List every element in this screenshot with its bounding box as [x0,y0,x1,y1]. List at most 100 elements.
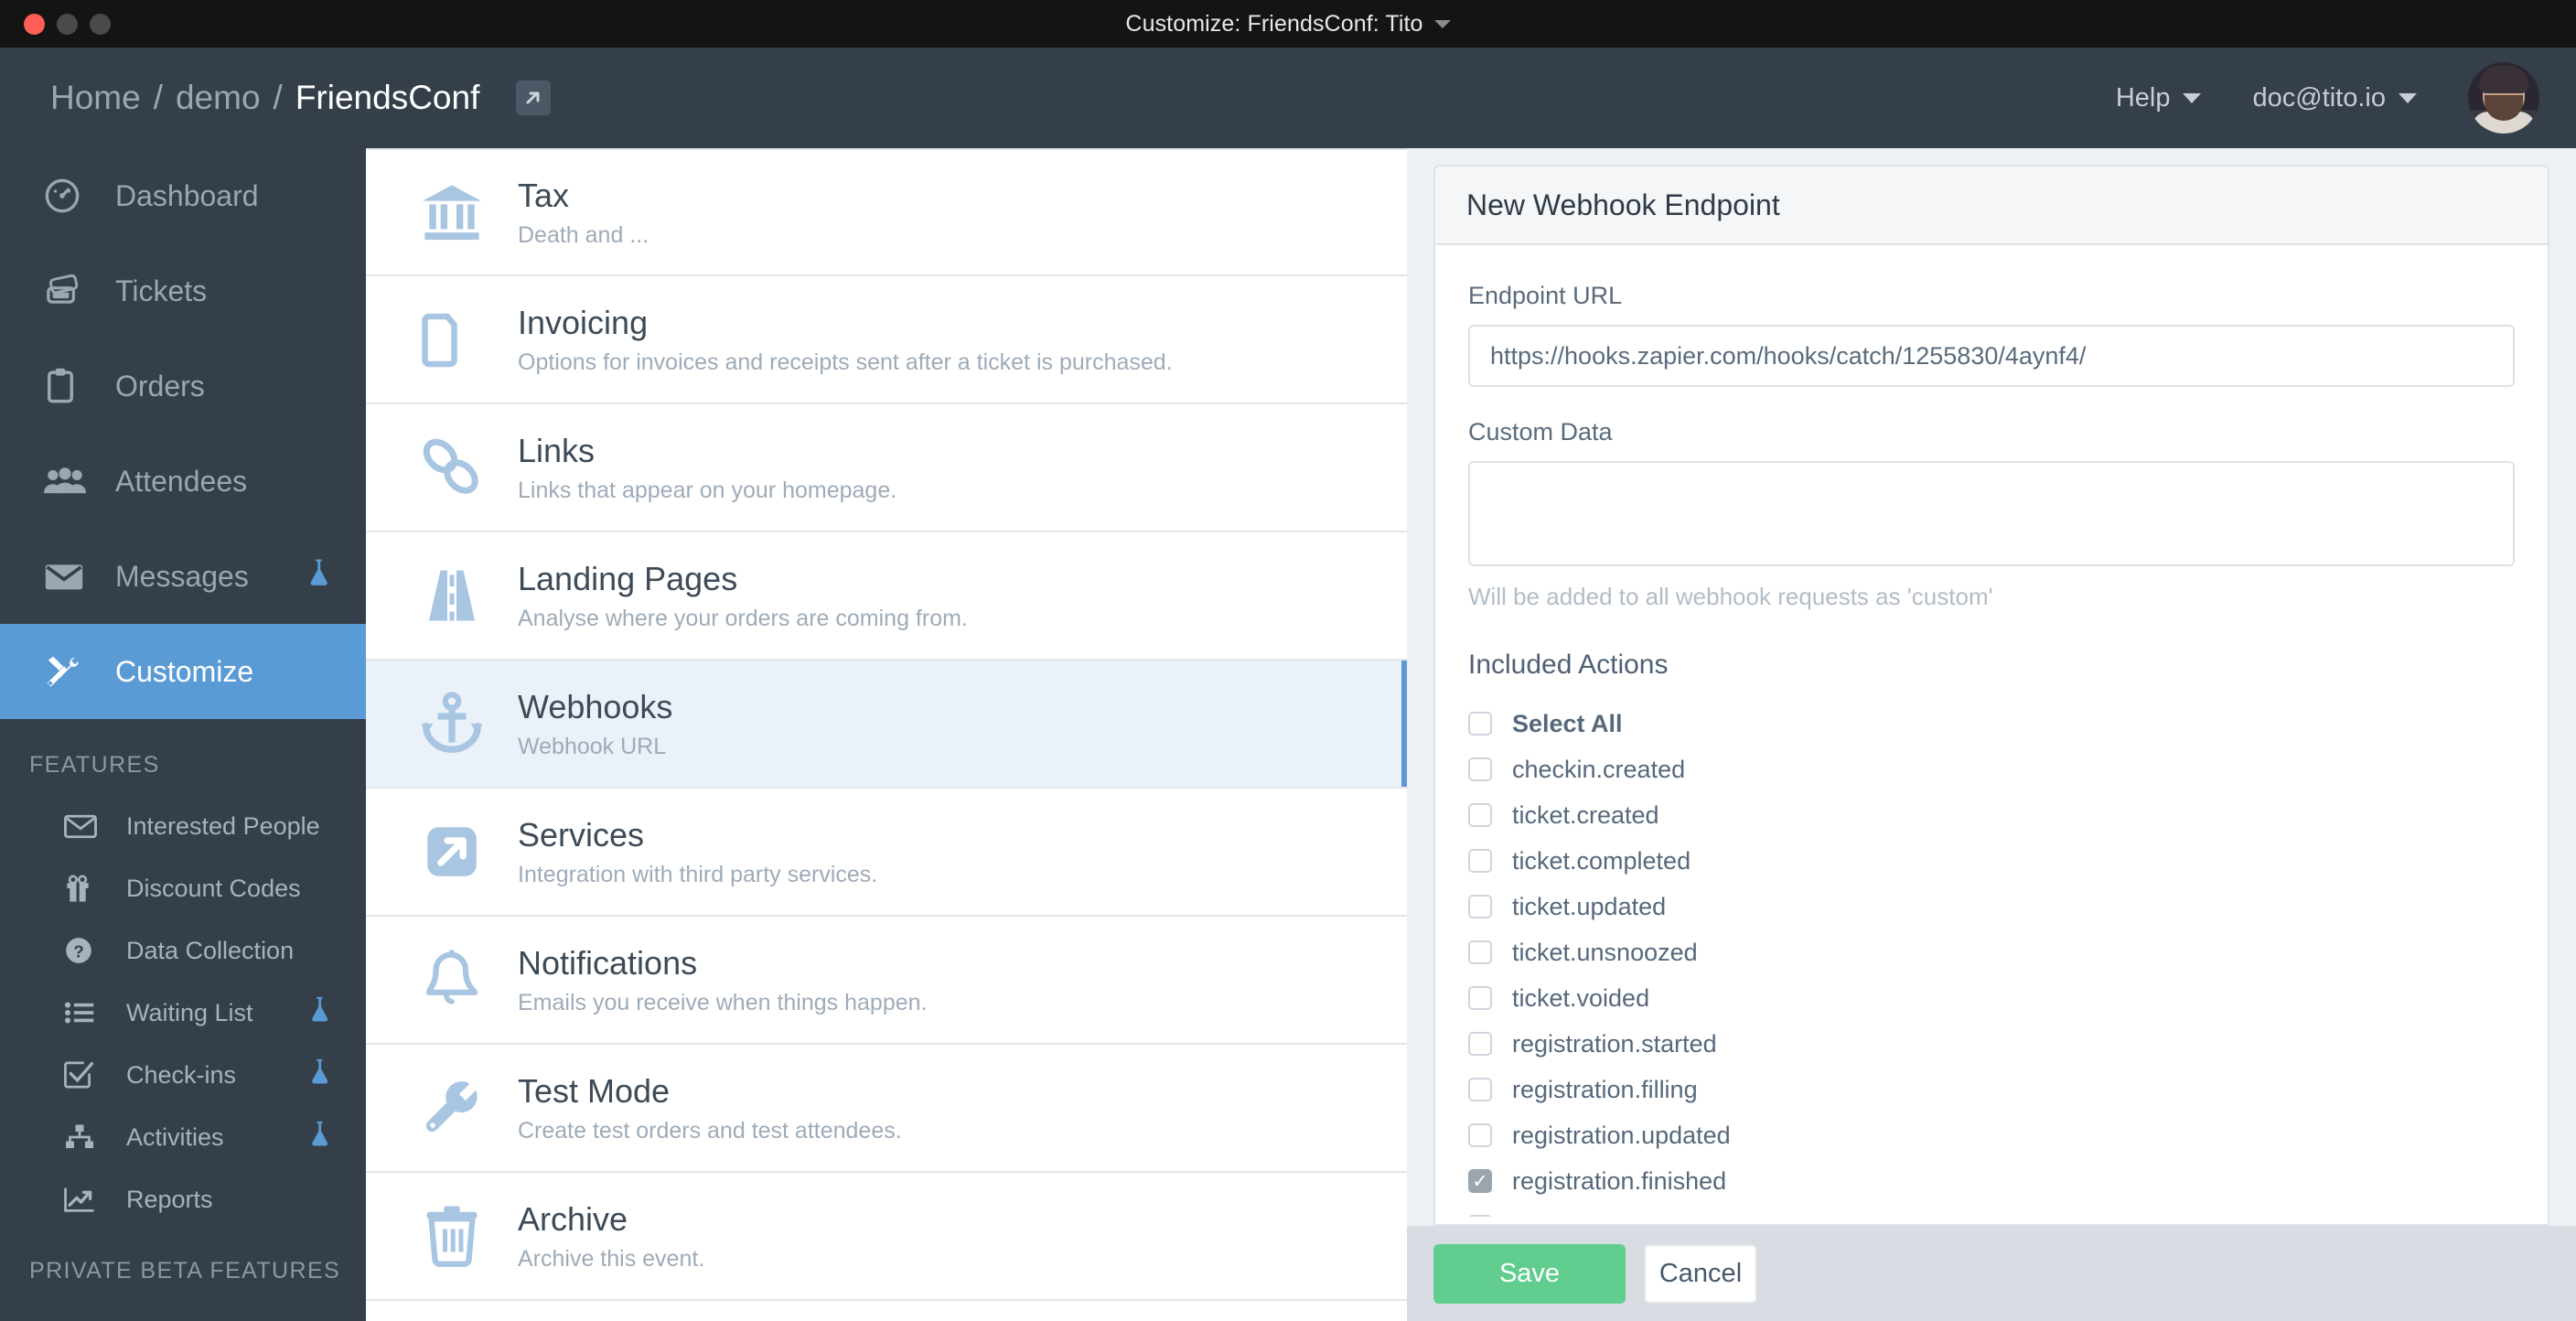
breadcrumb: Home / demo / FriendsConf [50,79,479,117]
sidebar-private-beta-heading: PRIVATE BETA FEATURES [29,1258,341,1283]
sidebar-item-waiting-list[interactable]: Waiting List [0,982,366,1044]
custom-data-help-text: Will be added to all webhook requests as… [1468,583,1993,610]
settings-row-landing-pages[interactable]: Landing Pages Analyse where your orders … [366,532,1407,660]
action-label: ticket.created [1512,800,1659,829]
sidebar-item-dashboard[interactable]: Dashboard [0,148,366,243]
cancel-button[interactable]: Cancel [1644,1244,1757,1304]
action-checkbox-select-all[interactable]: Select All [1468,701,2513,746]
chart-line-icon [64,1187,108,1212]
action-checkbox-ticket-created[interactable]: ticket.created [1468,792,2513,838]
arrow-box-icon [408,821,496,883]
help-menu[interactable]: Help [2116,83,2202,113]
checkbox-box[interactable] [1468,895,1492,918]
window-title-bar: Customize: FriendsConf: Tito [0,0,2576,48]
settings-row-test-mode[interactable]: Test Mode Create test orders and test at… [366,1045,1407,1173]
settings-row-webhooks[interactable]: Webhooks Webhook URL [366,660,1407,789]
settings-row-desc: Webhook URL [518,734,667,760]
envelope-outline-icon [64,814,108,839]
sidebar-item-orders[interactable]: Orders [0,338,366,434]
checkbox-box[interactable] [1468,757,1492,781]
sidebar-item-label: Tickets [115,274,208,307]
sidebar-item-tickets[interactable]: Tickets [0,243,366,338]
anchor-icon [408,691,496,757]
trash-icon [408,1204,496,1268]
checkbox-box[interactable] [1468,712,1492,736]
external-link-icon[interactable] [516,81,552,115]
settings-row-title: Archive [518,1199,628,1238]
chevron-down-icon [2399,92,2417,103]
action-checkbox-registration-started[interactable]: registration.started [1468,1021,2513,1067]
question-circle-icon: ? [64,936,108,965]
chevron-down-icon[interactable] [1433,19,1451,28]
checkbox-box[interactable] [1468,1123,1492,1147]
checkbox-box[interactable] [1468,803,1492,827]
sidebar-item-interested-people[interactable]: Interested People [0,795,366,857]
sidebar-item-messages[interactable]: Messages [0,529,366,624]
account-label: doc@tito.io [2252,82,2386,113]
breadcrumb-separator-1: / [153,79,163,116]
sidebar-item-attendees[interactable]: Attendees [0,434,366,529]
breadcrumb-current: FriendsConf [295,79,480,116]
gift-icon [64,874,108,903]
checkbox-box[interactable] [1468,940,1492,964]
minimize-window-button[interactable] [57,13,78,35]
action-label: ticket.unsnoozed [1512,938,1698,966]
settings-row-invoicing[interactable]: Invoicing Options for invoices and recei… [366,276,1407,404]
bell-icon [408,948,496,1012]
action-checkbox-ticket-completed[interactable]: ticket.completed [1468,838,2513,884]
action-checkbox-ticket-voided[interactable]: ticket.voided [1468,975,2513,1021]
settings-row-services[interactable]: Services Integration with third party se… [366,789,1407,917]
beta-flask-icon [306,558,331,595]
action-checkbox-registration-filling[interactable]: registration.filling [1468,1067,2513,1112]
checkbox-box[interactable] [1468,1032,1492,1056]
road-icon [408,564,496,628]
breadcrumb-home[interactable]: Home [50,79,141,117]
sidebar-item-customize[interactable]: Customize [0,624,366,719]
settings-row-desc: Links that appear on your homepage. [518,478,897,504]
settings-row-tax[interactable]: Tax Death and ... [366,148,1407,276]
check-icon: ✓ [1472,1170,1488,1192]
settings-row-title: Test Mode [518,1071,671,1110]
sitemap-icon [64,1123,108,1151]
checkbox-box[interactable] [1468,849,1492,873]
settings-row-title: Landing Pages [518,559,738,597]
action-checkbox-ticket-updated[interactable]: ticket.updated [1468,884,2513,929]
tickets-icon [44,273,93,309]
checkbox-box[interactable] [1468,1078,1492,1101]
settings-row-notifications[interactable]: Notifications Emails you receive when th… [366,917,1407,1045]
settings-row-desc: Integration with third party services. [518,862,878,888]
action-checkbox-registration-finished[interactable]: ✓ registration.finished [1468,1158,2513,1204]
sidebar-item-discount-codes[interactable]: Discount Codes [0,857,366,919]
custom-data-label: Custom Data [1468,418,1613,446]
save-button[interactable]: Save [1433,1244,1626,1304]
account-menu[interactable]: doc@tito.io [2252,83,2417,113]
envelope-icon [44,562,93,591]
close-window-button[interactable] [24,13,45,35]
settings-row-desc: Options for invoices and receipts sent a… [518,349,1173,376]
avatar[interactable] [2468,62,2539,134]
action-checkbox-registration-updated[interactable]: registration.updated [1468,1112,2513,1158]
breadcrumb-org[interactable]: demo [176,79,261,117]
settings-row-links[interactable]: Links Links that appear on your homepage… [366,404,1407,532]
sidebar-item-label: Waiting List [126,998,253,1026]
traffic-light-buttons[interactable] [24,0,111,48]
tools-icon [44,652,93,691]
sidebar-item-data-collection[interactable]: ? Data Collection [0,919,366,982]
sidebar-item-reports[interactable]: Reports [0,1168,366,1230]
included-actions-label: Included Actions [1468,650,1669,680]
breadcrumb-separator-2: / [273,79,283,116]
custom-data-textarea[interactable] [1468,461,2515,566]
settings-row-archive[interactable]: Archive Archive this event. [366,1173,1407,1301]
action-checkbox-checkin-created[interactable]: checkin.created [1468,746,2513,792]
sidebar-item-label: Reports [126,1185,213,1213]
settings-row-title: Services [518,815,645,854]
chain-icon [408,435,496,499]
endpoint-url-input[interactable]: https://hooks.zapier.com/hooks/catch/125… [1468,325,2515,387]
list-icon [64,1001,108,1025]
sidebar-item-check-ins[interactable]: Check-ins [0,1044,366,1106]
zoom-window-button[interactable] [90,13,111,35]
sidebar-item-activities[interactable]: Activities [0,1106,366,1168]
checkbox-box[interactable] [1468,986,1492,1010]
action-checkbox-ticket-unsnoozed[interactable]: ticket.unsnoozed [1468,929,2513,975]
checkbox-box[interactable]: ✓ [1468,1169,1492,1193]
